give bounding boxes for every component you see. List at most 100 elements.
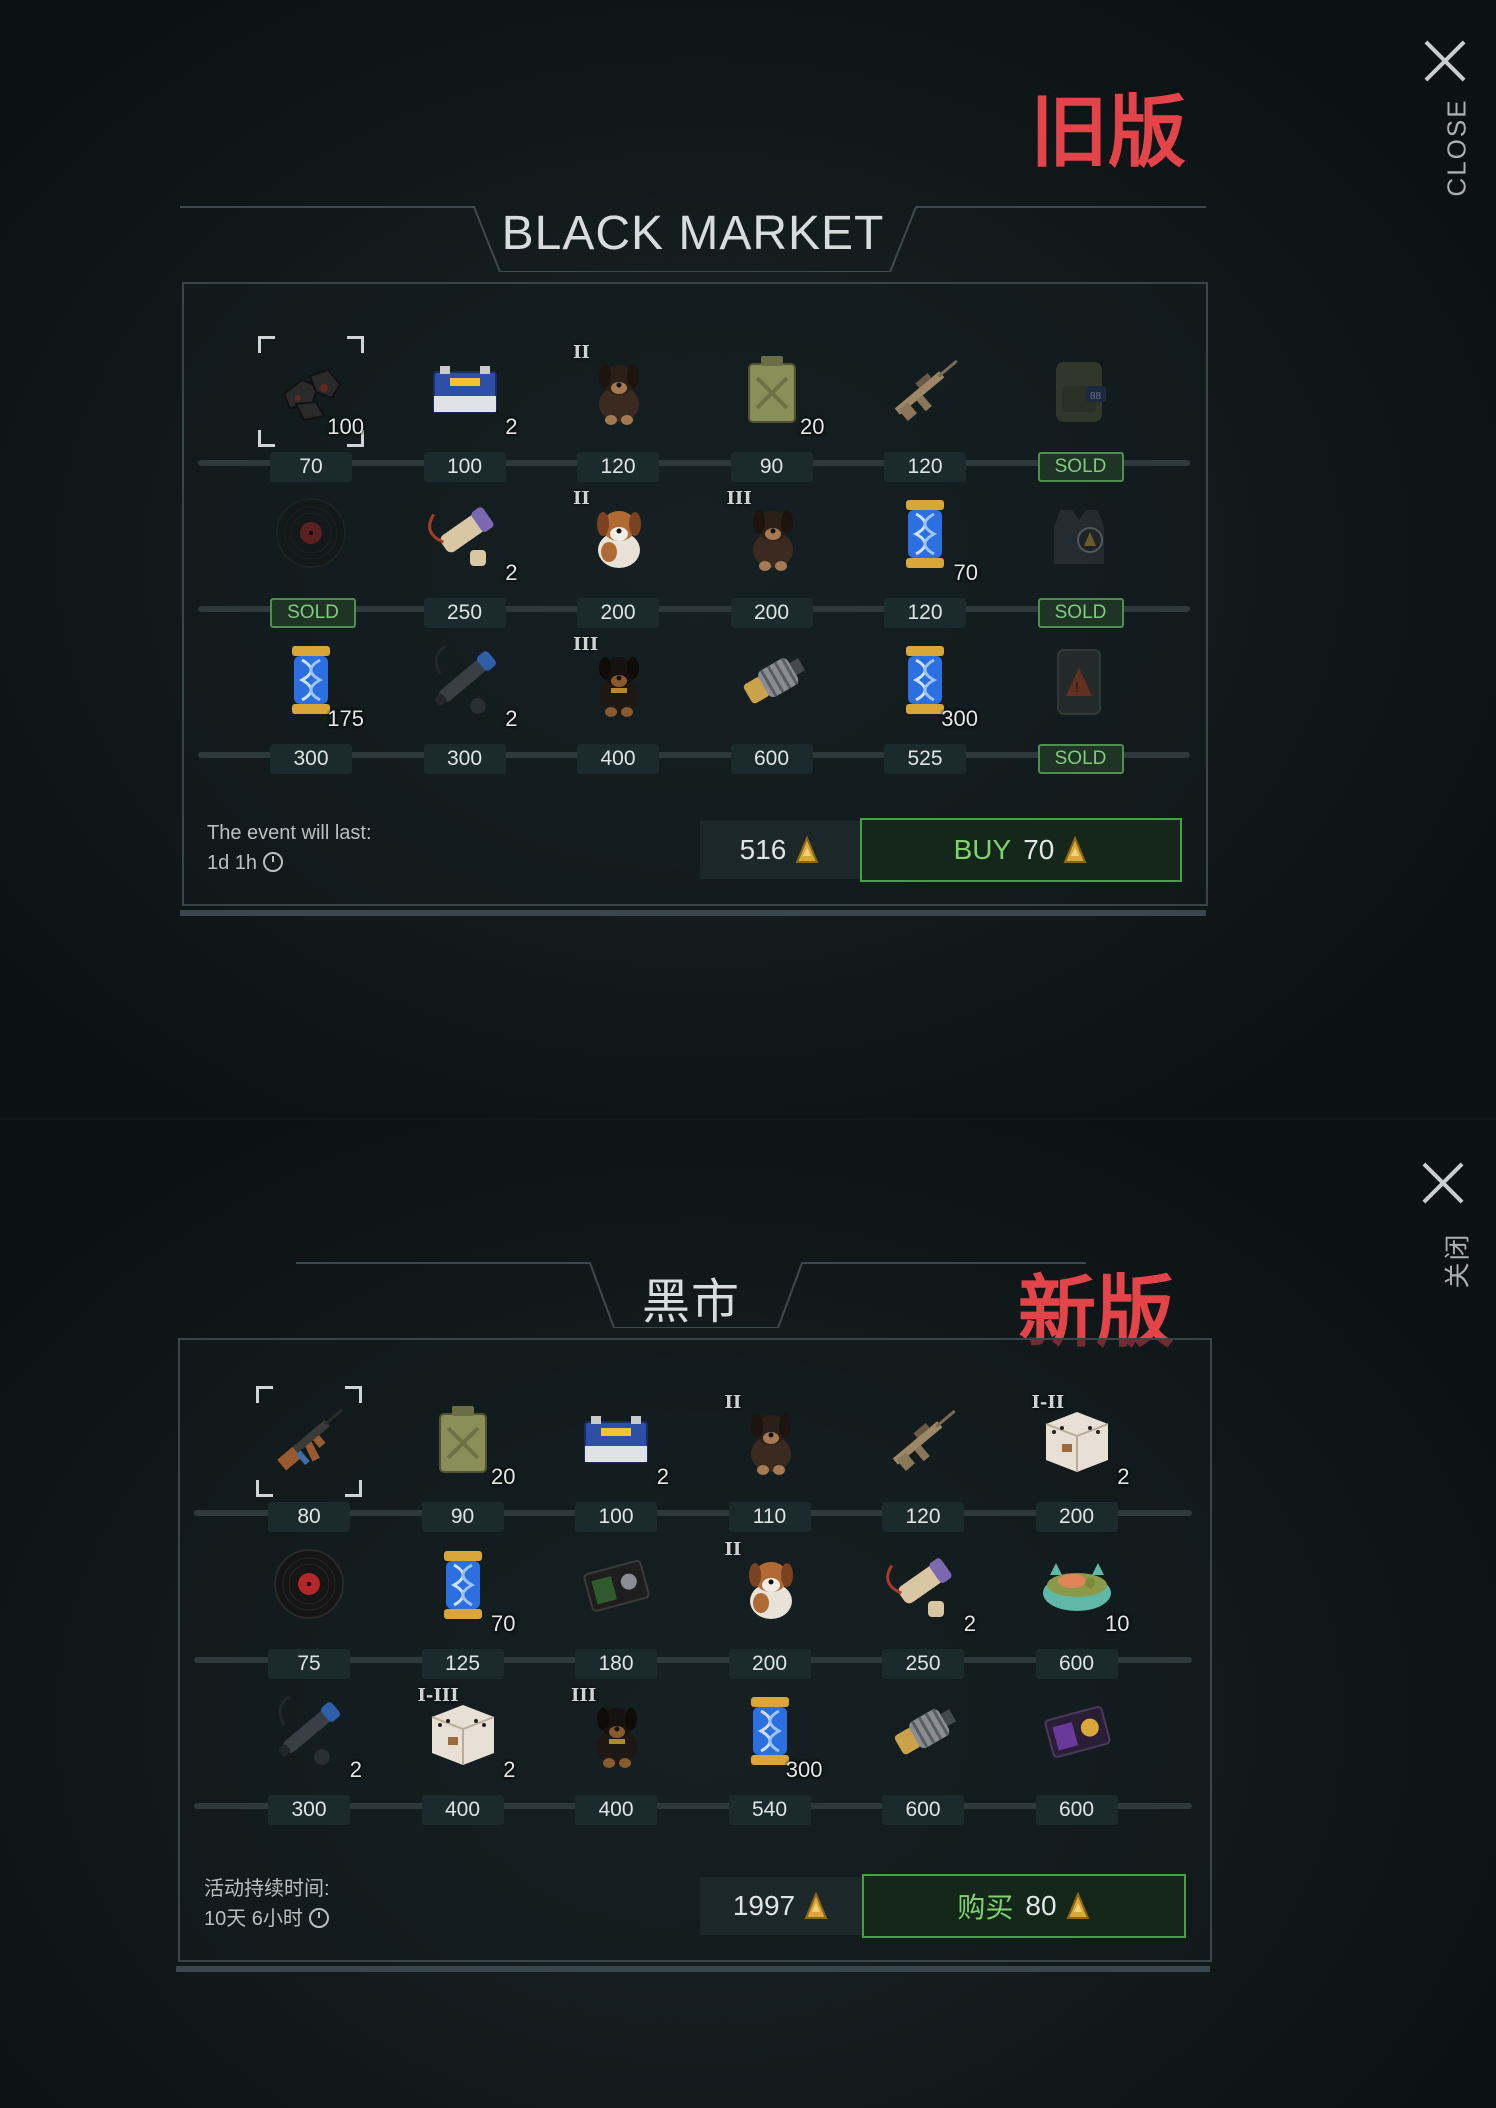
market-item[interactable]: III 200	[697, 488, 847, 633]
market-item[interactable]: II 110	[695, 1392, 845, 1537]
item-quantity: 2	[349, 1757, 362, 1782]
item-price: 200	[577, 598, 659, 628]
scope-icon	[420, 634, 510, 724]
market-item[interactable]: 300 540	[695, 1685, 845, 1830]
currency-balance: 1997	[700, 1877, 862, 1935]
event-label: The event will last:	[207, 822, 372, 844]
market-item[interactable]: 300 525	[850, 634, 1000, 779]
selection-bracket	[345, 1386, 362, 1403]
market-item[interactable]: III 400	[543, 634, 693, 779]
market-item[interactable]: 2 250	[390, 488, 540, 633]
item-price: 250	[423, 598, 506, 628]
market-item[interactable]: 75	[234, 1539, 384, 1684]
event-timer: 活动持续时间: 10天 6小时	[204, 1874, 330, 1934]
item-quantity: 175	[327, 706, 364, 731]
item-quantity: 10	[1105, 1610, 1130, 1636]
market-item[interactable]: 600	[1002, 1685, 1152, 1830]
market-item[interactable]: 2 300	[234, 1685, 384, 1830]
item-price: 70	[270, 452, 352, 482]
market-item[interactable]: 180	[541, 1539, 691, 1684]
item-price: 540	[728, 1795, 811, 1825]
selection-bracket	[256, 1480, 273, 1497]
item-tier: II	[724, 1392, 742, 1413]
market-item[interactable]: 2 100	[390, 342, 540, 487]
market-item[interactable]: 10 600	[1002, 1539, 1152, 1684]
vinyl-record-icon	[266, 488, 356, 578]
event-time: 1d 1h	[207, 852, 258, 874]
item-price: 80	[268, 1502, 350, 1532]
market-item[interactable]: 20 90	[388, 1392, 538, 1537]
item-price: 75	[268, 1648, 350, 1679]
item-tier: II	[573, 488, 590, 509]
item-quantity: 2	[503, 1757, 516, 1782]
item-price: 200	[730, 598, 813, 628]
market-item[interactable]: 600	[848, 1685, 998, 1830]
market-item[interactable]: II 200	[543, 488, 693, 633]
item-price: 90	[421, 1502, 504, 1532]
market-item[interactable]: II 120	[543, 342, 693, 487]
buy-price: 80	[1025, 1890, 1057, 1921]
selection-bracket	[256, 1386, 273, 1403]
balance-value: 516	[739, 834, 787, 865]
item-price: 110	[728, 1502, 811, 1532]
item-quantity: 2	[656, 1464, 669, 1489]
buy-button[interactable]: 购买 80	[862, 1874, 1186, 1938]
item-quantity: 2	[505, 560, 518, 585]
item-price: 300	[423, 744, 506, 774]
battery-icon	[420, 342, 510, 432]
market-item[interactable]: 70 120	[850, 488, 1000, 633]
backpack-icon: 88	[1034, 342, 1124, 432]
selection-bracket	[345, 1480, 362, 1497]
toolkit-case-icon: !	[1034, 634, 1124, 724]
close-label[interactable]: CLOSE	[1442, 98, 1473, 196]
currency-balance: 516	[700, 821, 860, 879]
item-tier: III	[573, 634, 599, 655]
market-item[interactable]: 80	[234, 1386, 384, 1537]
item-price: 400	[575, 1795, 657, 1825]
sold-badge: SOLD	[1037, 452, 1124, 482]
market-item[interactable]: 175 300	[236, 634, 386, 779]
close-icon[interactable]	[1422, 38, 1468, 84]
parchment-icon	[878, 1539, 968, 1629]
coin-icon	[1066, 1892, 1090, 1919]
selection-bracket	[258, 336, 275, 353]
ak-rifle-icon	[264, 1392, 354, 1482]
vinyl-record-icon	[264, 1539, 354, 1629]
item-price: 600	[1035, 1795, 1118, 1825]
item-price: 200	[728, 1648, 811, 1679]
market-item[interactable]: I-III 2 400	[388, 1685, 538, 1830]
item-quantity: 300	[941, 706, 978, 731]
market-item[interactable]: 2 100	[541, 1392, 691, 1537]
title-banner: BLACK MARKET	[180, 200, 1206, 272]
selection-bracket	[347, 336, 364, 353]
buy-button[interactable]: BUY 70	[860, 818, 1182, 882]
item-tier: II	[573, 342, 590, 363]
market-item[interactable]: 70 125	[388, 1539, 538, 1684]
market-item[interactable]: 100 70	[236, 336, 386, 487]
market-item[interactable]: 120	[850, 342, 1000, 487]
wallet-icon	[571, 1539, 661, 1629]
item-price: 100	[423, 452, 506, 482]
svg-text:88: 88	[1090, 391, 1102, 402]
market-title: BLACK MARKET	[501, 207, 885, 260]
market-item[interactable]: 20 90	[697, 342, 847, 487]
buy-price: 70	[1023, 834, 1055, 865]
market-item[interactable]: 2 250	[848, 1539, 998, 1684]
market-item[interactable]: 600	[697, 634, 847, 779]
market-item[interactable]: III 400	[541, 1685, 691, 1830]
market-item[interactable]: 2 300	[390, 634, 540, 779]
engine-part-icon	[878, 1685, 968, 1775]
engine-part-icon	[727, 634, 817, 724]
close-icon[interactable]	[1420, 1160, 1466, 1206]
market-item[interactable]: 120	[848, 1392, 998, 1537]
close-label[interactable]: 关闭	[1438, 1232, 1475, 1288]
balance-value: 1997	[732, 1890, 796, 1921]
title-banner: 黑市	[296, 1256, 1086, 1329]
market-item[interactable]: I-II 2 200	[1002, 1392, 1152, 1537]
rifle-icon	[878, 1392, 968, 1482]
sold-badge: SOLD	[270, 598, 356, 628]
item-price: 400	[577, 744, 659, 774]
item-price: 250	[882, 1648, 964, 1679]
market-item[interactable]: II 200	[695, 1539, 845, 1684]
item-quantity: 2	[505, 414, 518, 439]
